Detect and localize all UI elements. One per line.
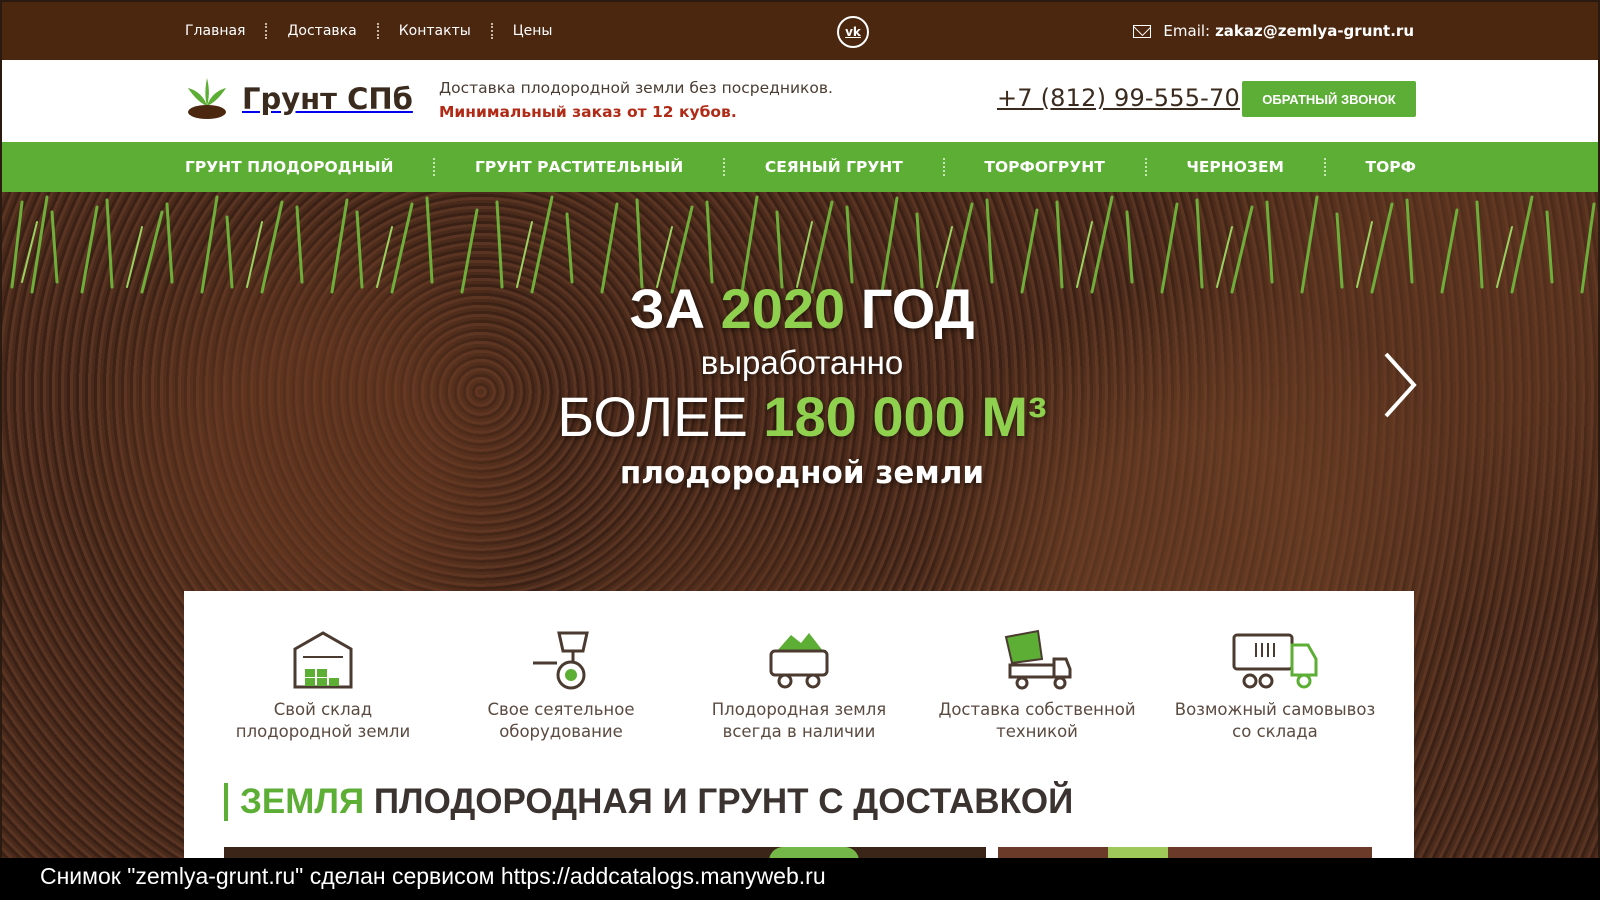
feature-text: Доставка собственной техникой (938, 700, 1136, 741)
menu-item-peat[interactable]: ТОРФ (1366, 158, 1416, 176)
top-nav-delivery[interactable]: Доставка (287, 23, 356, 39)
nav-divider (265, 23, 268, 39)
nav-divider (376, 23, 379, 39)
site-header: Грунт СПб Доставка плодородной земли без… (2, 60, 1598, 142)
hero-line-1: ЗА 2020 ГОД (2, 274, 1598, 344)
hero-line-3-start: БОЛЕЕ (557, 385, 748, 448)
hero-headline: ЗА 2020 ГОД выработанно БОЛЕЕ 180 000 М³… (2, 274, 1598, 494)
features-panel: Свой склад плодородной земли Свое сеятель… (184, 591, 1414, 861)
feature-item: Доставка собственной техникой (927, 629, 1147, 743)
sprout-logo-icon (188, 78, 226, 119)
feature-item: Свой склад плодородной земли (213, 629, 433, 743)
menu-item-plant-soil[interactable]: ГРУНТ РАСТИТЕЛЬНЫЙ (475, 158, 683, 176)
email-label: Email: (1163, 22, 1211, 40)
dump-truck-icon (1004, 629, 1072, 690)
feature-item: Возможный самовывоз со склада (1165, 629, 1385, 743)
menu-divider (942, 158, 945, 176)
email-link[interactable]: zakaz@zemlya-grunt.ru (1215, 22, 1414, 40)
feature-text: Свое сеятельное оборудование (487, 700, 635, 741)
hero-line-2: выработанно (700, 344, 904, 381)
screenshot-caption: Снимок "zemlya-grunt.ru" сделан сервисом… (0, 858, 1600, 900)
top-bar: Главная Доставка Контакты Цены vk Email:… (2, 2, 1598, 60)
features-list: Свой склад плодородной земли Свое сеятель… (184, 629, 1414, 743)
hero-line-1-start: ЗА (629, 277, 706, 340)
menu-divider (1144, 158, 1147, 176)
menu-item-sifted-soil[interactable]: СЕЯНЫЙ ГРУНТ (765, 158, 903, 176)
menu-divider (723, 158, 726, 176)
phone-number[interactable]: +7 (812) 99-555-70 (997, 84, 1240, 112)
section-title-rest: ПЛОДОРОДНАЯ И ГРУНТ С ДОСТАВКОЙ (373, 782, 1074, 821)
hero-line-4: плодородной земли (619, 455, 985, 491)
envelope-icon (1133, 24, 1152, 38)
min-order-note: Минимальный заказ от 12 кубов. (439, 103, 737, 121)
nav-divider (490, 23, 493, 39)
feature-item: Свое сеятельное оборудование (451, 629, 671, 743)
top-nav-contacts[interactable]: Контакты (399, 23, 471, 39)
top-nav-prices[interactable]: Цены (513, 23, 553, 39)
top-nav: Главная Доставка Контакты Цены (185, 2, 552, 60)
logo[interactable]: Грунт СПб (184, 76, 413, 122)
feature-text: Возможный самовывоз со склада (1174, 700, 1376, 741)
soil-trailer-icon (769, 633, 829, 689)
feature-item: Плодородная земля всегда в наличии (689, 629, 909, 743)
hero-volume: 180 000 М³ (763, 385, 1047, 448)
callback-button[interactable]: ОБРАТНЫЙ ЗВОНОК (1242, 81, 1416, 117)
menu-item-chernozem[interactable]: ЧЕРНОЗЕМ (1186, 158, 1284, 176)
product-menu: ГРУНТ ПЛОДОРОДНЫЙ ГРУНТ РАСТИТЕЛЬНЫЙ СЕЯ… (2, 142, 1598, 192)
top-nav-home[interactable]: Главная (185, 23, 245, 39)
vk-icon[interactable]: vk (837, 16, 869, 48)
feature-text: Свой склад плодородной земли (235, 700, 411, 741)
hero-line-3: БОЛЕЕ 180 000 М³ (2, 382, 1598, 452)
warehouse-icon (293, 631, 353, 689)
slider-next-arrow-icon[interactable] (1380, 350, 1420, 420)
menu-divider (1323, 158, 1326, 176)
email-contact: Email: zakaz@zemlya-grunt.ru (1133, 2, 1414, 60)
seeder-icon (533, 631, 589, 690)
menu-divider (433, 158, 436, 176)
tagline: Доставка плодородной земли без посредник… (439, 76, 833, 124)
menu-item-peat-soil[interactable]: ТОРФОГРУНТ (984, 158, 1104, 176)
tagline-text: Доставка плодородной земли без посредник… (439, 79, 833, 97)
section-title-accent: ЗЕМЛЯ (240, 782, 365, 821)
truck-icon (1232, 633, 1318, 689)
hero-line-1-end: ГОД (860, 277, 975, 340)
menu-item-fertile-soil[interactable]: ГРУНТ ПЛОДОРОДНЫЙ (185, 158, 393, 176)
logo-title: Грунт СПб (242, 82, 413, 116)
hero-year: 2020 (720, 277, 846, 340)
section-title: ЗЕМЛЯ ПЛОДОРОДНАЯ И ГРУНТ С ДОСТАВКОЙ (224, 783, 1073, 821)
feature-text: Плодородная земля всегда в наличии (711, 700, 887, 741)
